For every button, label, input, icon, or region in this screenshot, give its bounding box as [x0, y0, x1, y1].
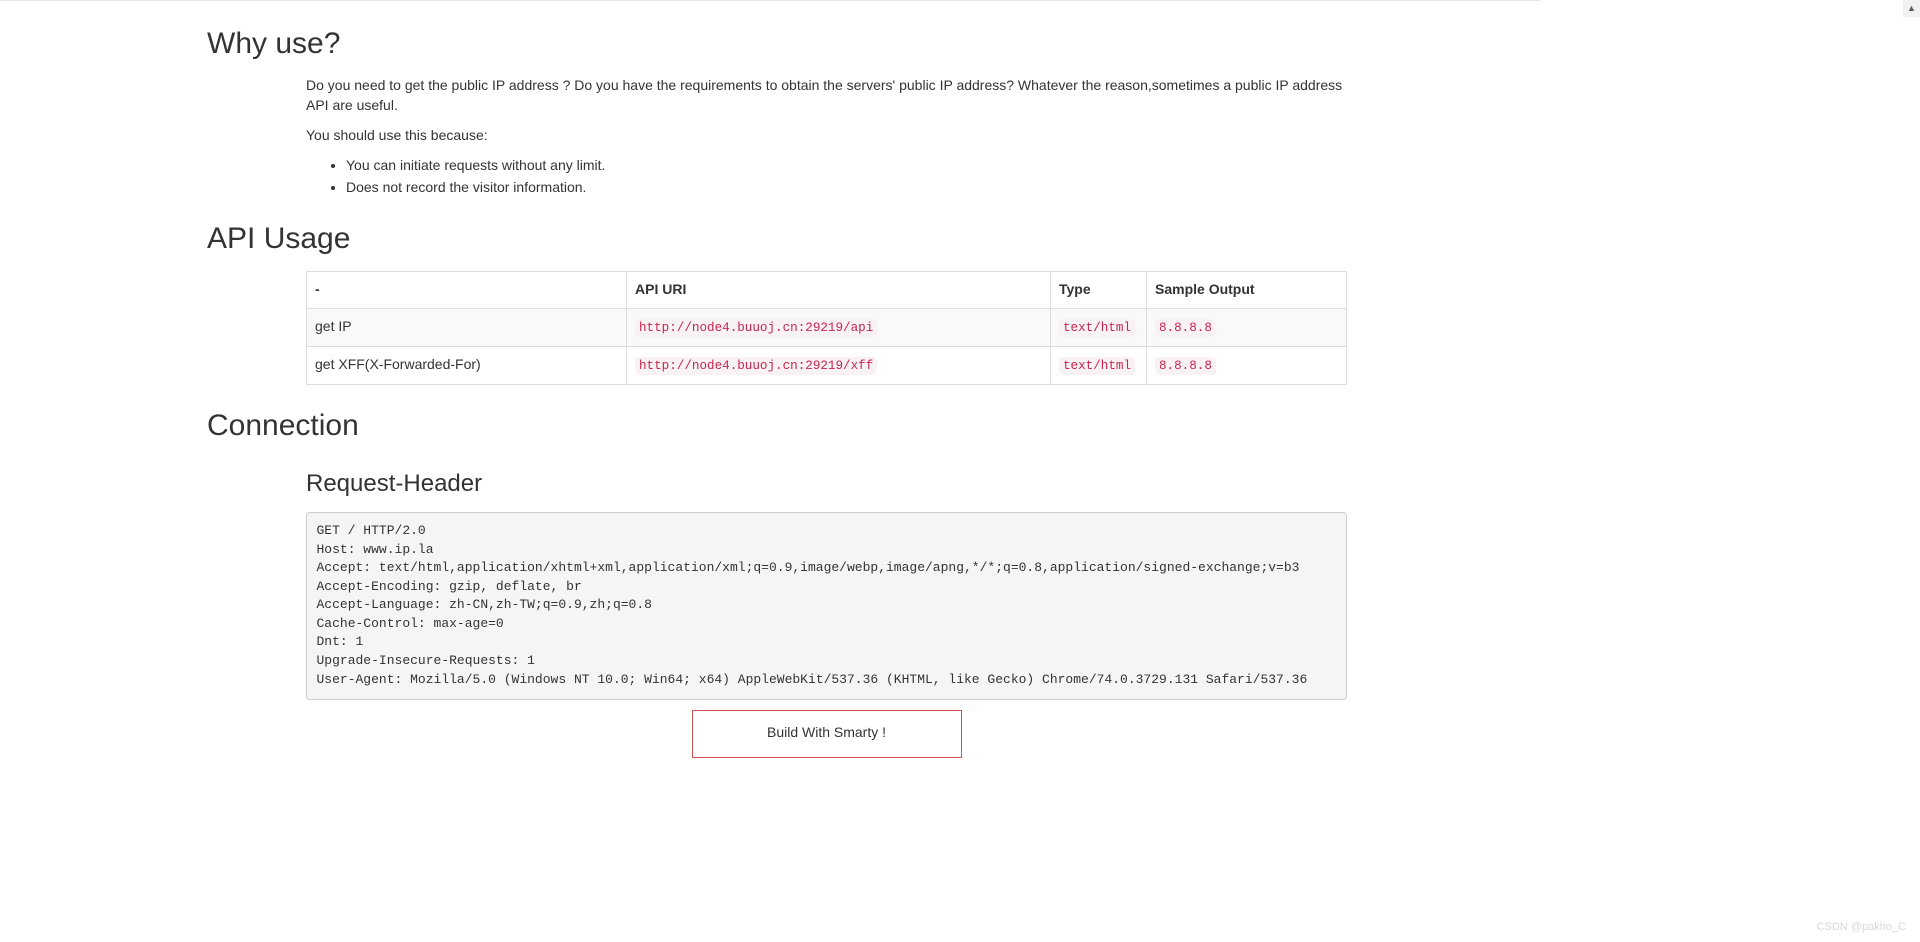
- api-row-sample-cell: 8.8.8.8: [1147, 308, 1347, 346]
- why-use-body: Do you need to get the public IP address…: [207, 76, 1347, 198]
- table-row: get IP http://node4.buuoj.cn:29219/api t…: [307, 308, 1347, 346]
- table-header-type: Type: [1051, 271, 1147, 308]
- request-header-heading: Request-Header: [306, 467, 1347, 501]
- why-use-bullets: You can initiate requests without any li…: [306, 156, 1347, 198]
- api-uri-code: http://node4.buuoj.cn:29219/xff: [635, 357, 877, 375]
- table-header-uri: API URI: [627, 271, 1051, 308]
- watermark: CSDN @pakho_C: [1817, 920, 1906, 936]
- api-uri-code: http://node4.buuoj.cn:29219/api: [635, 319, 877, 337]
- api-row-type-cell: text/html: [1051, 308, 1147, 346]
- table-header-row: - API URI Type Sample Output: [307, 271, 1347, 308]
- api-row-name: get IP: [307, 308, 627, 346]
- page-root: Why use? Do you need to get the public I…: [0, 0, 1540, 758]
- table-row: get XFF(X-Forwarded-For) http://node4.bu…: [307, 346, 1347, 384]
- request-header-block: GET / HTTP/2.0 Host: www.ip.la Accept: t…: [306, 512, 1347, 700]
- why-use-heading: Why use?: [207, 23, 1347, 66]
- api-row-type-cell: text/html: [1051, 346, 1147, 384]
- list-item: Does not record the visitor information.: [346, 178, 1347, 198]
- content-container: Why use? Do you need to get the public I…: [192, 23, 1362, 758]
- chevron-up-icon: ▲: [1907, 2, 1916, 15]
- build-with-smarty-text: Build With Smarty !: [767, 724, 886, 740]
- api-row-name: get XFF(X-Forwarded-For): [307, 346, 627, 384]
- scroll-up-button[interactable]: ▲: [1903, 0, 1920, 17]
- why-use-should: You should use this because:: [306, 126, 1347, 146]
- api-sample-code: 8.8.8.8: [1155, 357, 1216, 375]
- api-sample-code: 8.8.8.8: [1155, 319, 1216, 337]
- build-with-smarty-box: Build With Smarty !: [692, 710, 962, 758]
- api-type-code: text/html: [1059, 319, 1135, 337]
- api-row-uri-cell: http://node4.buuoj.cn:29219/api: [627, 308, 1051, 346]
- api-row-uri-cell: http://node4.buuoj.cn:29219/xff: [627, 346, 1051, 384]
- connection-body: Request-Header GET / HTTP/2.0 Host: www.…: [207, 467, 1347, 757]
- api-usage-body: - API URI Type Sample Output get IP http…: [207, 271, 1347, 385]
- api-type-code: text/html: [1059, 357, 1135, 375]
- why-use-intro: Do you need to get the public IP address…: [306, 76, 1347, 116]
- api-usage-table: - API URI Type Sample Output get IP http…: [306, 271, 1347, 385]
- connection-heading: Connection: [207, 405, 1347, 448]
- list-item: You can initiate requests without any li…: [346, 156, 1347, 176]
- table-header-sample: Sample Output: [1147, 271, 1347, 308]
- table-header-dash: -: [307, 271, 627, 308]
- api-usage-heading: API Usage: [207, 218, 1347, 261]
- api-row-sample-cell: 8.8.8.8: [1147, 346, 1347, 384]
